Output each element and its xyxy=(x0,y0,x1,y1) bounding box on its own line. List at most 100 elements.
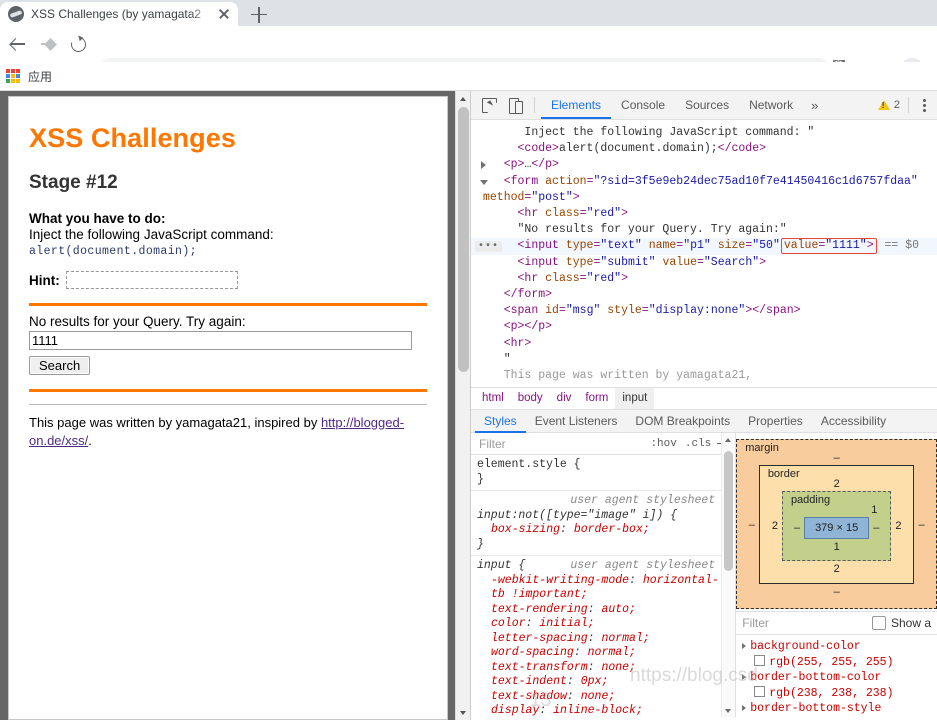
dom-line[interactable]: <code>alert(document.domain);</code> xyxy=(471,141,937,157)
breadcrumb-body[interactable]: body xyxy=(511,388,550,409)
css-declaration[interactable]: text-shadow: none; xyxy=(477,690,721,705)
tab-console[interactable]: Console xyxy=(611,92,675,119)
apps-shortcut[interactable]: 应用 xyxy=(6,66,52,86)
dom-line[interactable]: <input type="submit" value="Search"> xyxy=(471,255,937,271)
tab-event-listeners[interactable]: Event Listeners xyxy=(526,410,627,433)
computed-property[interactable]: border-bottom-color xyxy=(740,670,937,686)
dom-line-selected[interactable]: ••• <input type="text" name="p1" size="5… xyxy=(471,238,937,255)
border-bottom-value[interactable]: 2 xyxy=(768,563,906,575)
expand-triangle-icon[interactable] xyxy=(742,704,747,711)
search-button[interactable]: Search xyxy=(29,356,91,375)
margin-right-value[interactable]: – xyxy=(914,519,928,531)
styles-scroll-up[interactable] xyxy=(722,433,735,446)
reload-button[interactable] xyxy=(68,34,88,54)
dom-line[interactable]: <hr> xyxy=(471,336,937,352)
css-rule[interactable]: element.style { } xyxy=(471,455,722,491)
inspect-element-icon[interactable] xyxy=(476,92,502,118)
css-declaration[interactable]: text-indent: 0px; xyxy=(477,675,721,690)
dom-line[interactable]: <hr class="red"> xyxy=(471,206,937,222)
expand-triangle-icon[interactable] xyxy=(742,642,747,649)
tab-properties[interactable]: Properties xyxy=(739,410,812,433)
scrollbar-thumb[interactable] xyxy=(458,107,469,372)
styles-scrollbar[interactable] xyxy=(721,433,736,717)
breadcrumb-input[interactable]: input xyxy=(615,388,655,409)
margin-left-value[interactable]: – xyxy=(745,519,759,531)
box-model-diagram[interactable]: margin – – border 2 2 padding 1 – 379 × … xyxy=(736,433,937,611)
hov-button[interactable]: :hov xyxy=(646,438,680,450)
css-declaration[interactable]: display: inline-block; xyxy=(477,704,721,717)
dom-tree[interactable]: Inject the following JavaScript command:… xyxy=(471,120,937,387)
box-model-content[interactable]: 379 × 15 xyxy=(804,517,870,539)
css-declaration[interactable]: text-transform: none; xyxy=(477,661,721,676)
dom-line[interactable]: <form action="?sid=3f5e9eb24dec75ad10f7e… xyxy=(471,174,937,190)
dom-line[interactable]: </form> xyxy=(471,287,937,303)
css-selector[interactable]: input:not([type="image" i]) { xyxy=(477,509,677,522)
close-icon[interactable] xyxy=(216,6,232,22)
padding-left-value[interactable]: – xyxy=(790,522,804,534)
dom-line[interactable]: <span id="msg" style="display:none"></sp… xyxy=(471,303,937,319)
css-declaration[interactable]: box-sizing: border-box; xyxy=(477,523,721,538)
css-declaration[interactable]: text-rendering: auto; xyxy=(477,603,721,618)
box-model-padding[interactable]: padding 1 – 379 × 15 – 1 xyxy=(781,491,892,561)
dom-line[interactable]: <hr class="red"> xyxy=(471,271,937,287)
breadcrumb-div[interactable]: div xyxy=(550,388,579,409)
tab-styles[interactable]: Styles xyxy=(475,410,526,433)
tab-network[interactable]: Network xyxy=(739,92,803,119)
cls-button[interactable]: .cls xyxy=(681,438,715,450)
css-declaration[interactable]: letter-spacing: normal; xyxy=(477,632,721,647)
dom-line[interactable]: <p>…</p> xyxy=(471,157,937,173)
kebab-menu-icon[interactable] xyxy=(915,92,933,118)
border-right-value[interactable]: 2 xyxy=(891,520,905,532)
dom-line[interactable]: Inject the following JavaScript command:… xyxy=(471,125,937,141)
styles-scroll-down[interactable] xyxy=(722,704,735,717)
more-options-icon[interactable]: ••• xyxy=(475,241,503,253)
computed-property[interactable]: background-color xyxy=(740,639,937,655)
dom-line[interactable]: "No results for your Query. Try again:" xyxy=(471,222,937,238)
show-all-checkbox[interactable] xyxy=(871,616,886,630)
back-button[interactable] xyxy=(8,34,28,54)
tab-dom-breakpoints[interactable]: DOM Breakpoints xyxy=(626,410,739,433)
dom-line[interactable]: method="post"> xyxy=(471,190,937,206)
styles-scroll-thumb[interactable] xyxy=(724,451,734,571)
css-rules-list[interactable]: element.style { } user agent stylesheet … xyxy=(471,455,722,717)
expand-triangle-icon[interactable] xyxy=(742,673,747,680)
forward-button[interactable] xyxy=(38,34,58,54)
box-model-margin[interactable]: margin – – border 2 2 padding 1 – 379 × … xyxy=(736,439,937,609)
expand-triangle-icon[interactable] xyxy=(481,161,486,170)
browser-tab[interactable]: XSS Challenges (by yamagata2 xyxy=(0,2,238,26)
breadcrumb-form[interactable]: form xyxy=(578,388,615,409)
computed-property[interactable]: border-bottom-style xyxy=(740,701,937,717)
box-model-border[interactable]: border 2 2 padding 1 – 379 × 15 – 1 2 2 xyxy=(758,465,915,584)
device-toolbar-icon[interactable] xyxy=(502,92,528,118)
dom-line[interactable]: <p></p> xyxy=(471,319,937,335)
dom-line[interactable]: " xyxy=(471,352,937,368)
tab-accessibility[interactable]: Accessibility xyxy=(812,410,895,433)
more-tabs-icon[interactable]: » xyxy=(803,98,826,113)
scroll-up-arrow[interactable] xyxy=(456,91,471,106)
css-declaration[interactable]: -webkit-writing-mode: horizontal-tb !imp… xyxy=(477,574,721,603)
computed-filter-input[interactable]: Filter xyxy=(742,616,872,630)
color-swatch[interactable] xyxy=(754,654,766,666)
padding-bottom-value[interactable]: 1 xyxy=(790,541,883,553)
computed-properties-list[interactable]: background-color rgb(255, 255, 255) bord… xyxy=(736,635,937,717)
css-rule[interactable]: user agent stylesheet input { -webkit-wr… xyxy=(471,556,721,717)
css-declaration[interactable]: word-spacing: normal; xyxy=(477,646,721,661)
search-input[interactable] xyxy=(29,331,412,350)
new-tab-button[interactable] xyxy=(246,3,272,25)
breadcrumb-html[interactable]: html xyxy=(475,388,511,409)
padding-right-value[interactable]: – xyxy=(869,522,883,534)
highlighted-attribute[interactable]: value="1111"> xyxy=(780,238,877,255)
collapse-triangle-icon[interactable] xyxy=(480,179,488,185)
css-declaration[interactable]: color: initial; xyxy=(477,617,721,632)
tab-sources[interactable]: Sources xyxy=(675,92,739,119)
page-scrollbar[interactable] xyxy=(455,91,471,720)
css-rule[interactable]: user agent stylesheet input:not([type="i… xyxy=(471,491,722,556)
tab-elements[interactable]: Elements xyxy=(541,92,612,119)
margin-bottom-value[interactable]: – xyxy=(747,586,926,598)
css-selector[interactable]: element.style { xyxy=(477,458,581,471)
styles-filter-input[interactable]: Filter xyxy=(475,437,646,451)
border-left-value[interactable]: 2 xyxy=(768,520,782,532)
scroll-down-arrow[interactable] xyxy=(456,705,471,720)
color-swatch[interactable] xyxy=(754,685,766,697)
dom-line[interactable]: This page was written by yamagata21, xyxy=(471,368,937,384)
